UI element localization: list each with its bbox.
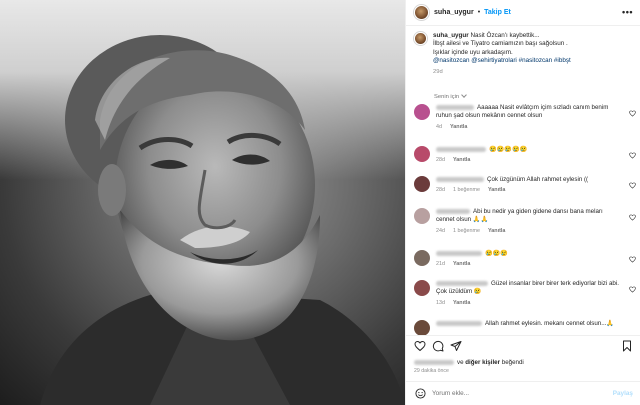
heart-icon[interactable] (629, 152, 636, 159)
commenter-avatar[interactable] (414, 250, 430, 266)
caption-tags[interactable]: @nasitozcan @sehirtiyatrolari #nasitozca… (433, 57, 628, 65)
reply-button[interactable]: Yanıtla (453, 300, 470, 306)
comment-body: Çok üzgünüm Allah rahmet eylesin (( 28d 1… (436, 176, 621, 193)
comment-time: 4d (436, 123, 442, 130)
reply-button[interactable]: Yanıtla (453, 157, 470, 163)
comment-text: Çok üzgünüm Allah rahmet eylesin (( (487, 176, 589, 183)
commenter-username[interactable] (436, 208, 470, 214)
comment-body: 😢😢😢 21d Yanıtla (436, 250, 621, 267)
author-avatar[interactable] (414, 5, 429, 20)
comment-item: Aaaaaa Nasit evlâtçım içim sızladı canım… (414, 104, 639, 130)
comment-text: 😢😢😢😢😢 (489, 146, 528, 153)
caption-text: suha_uygur Nasit Özcan'ı kaybettik... İl… (433, 32, 628, 76)
caption-avatar[interactable] (414, 32, 427, 45)
share-icon[interactable] (450, 340, 462, 352)
comment-composer: Paylaş (406, 381, 640, 405)
post-caption: suha_uygur Nasit Özcan'ı kaybettik... İl… (414, 32, 634, 76)
comment-body: Allah rahmet eylesin. mekanı cennet olsu… (436, 320, 621, 336)
comment-likes[interactable]: 1 beğenme (453, 228, 480, 234)
caption-timestamp: 29d (433, 69, 443, 76)
heart-icon[interactable] (629, 110, 636, 117)
post-header: suha_uygur • Takip Et ••• (406, 0, 640, 26)
header-separator: • (477, 9, 481, 16)
caption-line-3: Işıklar içinde uyu arkadaşım. (433, 48, 513, 56)
comment-body: Abi bu nedir ya giden gidene dansı bana … (436, 208, 621, 234)
likes-summary[interactable]: ve diğer kişiler beğendi (414, 359, 524, 366)
comment-time: 21d (436, 261, 445, 268)
commenter-avatar[interactable] (414, 280, 430, 296)
liker-username[interactable] (414, 359, 454, 365)
comment-body: Güzel insanlar birer birer terk ediyorla… (436, 280, 621, 306)
follow-button[interactable]: Takip Et (484, 9, 511, 16)
author-username[interactable]: suha_uygur (434, 9, 474, 16)
commenter-avatar[interactable] (414, 176, 430, 192)
likes-others[interactable]: diğer kişiler (465, 359, 500, 366)
comment-item: 😢😢😢😢😢 28d Yanıtla (414, 146, 639, 163)
commenter-avatar[interactable] (414, 208, 430, 224)
comment-body: Aaaaaa Nasit evlâtçım içim sızladı canım… (436, 104, 621, 130)
reply-button[interactable]: Yanıtla (453, 261, 470, 267)
more-options-icon[interactable]: ••• (622, 7, 633, 17)
commenter-username[interactable] (436, 250, 482, 256)
comment-filter-label: Senin için (434, 94, 460, 100)
comment-item: Güzel insanlar birer birer terk ediyorla… (414, 280, 639, 306)
post-comment-button[interactable]: Paylaş (613, 390, 633, 397)
caption-line-2: İlbşt ailesi ve Tiyatro camiamızın başı … (433, 40, 568, 48)
instagram-post-view: suha_uygur • Takip Et ••• suha_uygur Nas… (0, 0, 640, 405)
comment-filter[interactable]: Senin için (434, 92, 467, 100)
comment-time: 28d (436, 187, 445, 194)
comment-time: 13d (436, 299, 445, 306)
heart-icon[interactable] (629, 286, 636, 293)
post-actions-bar (406, 335, 640, 355)
chevron-down-icon (461, 92, 467, 98)
bookmark-icon[interactable] (621, 340, 633, 352)
post-photo[interactable] (0, 0, 405, 405)
commenter-username[interactable] (436, 176, 484, 182)
commenter-username[interactable] (436, 146, 486, 152)
reply-button[interactable]: Yanıtla (488, 187, 505, 193)
post-side-panel: suha_uygur • Takip Et ••• suha_uygur Nas… (405, 0, 640, 405)
comment-text: 😢😢😢 (485, 250, 509, 257)
comment-body: 😢😢😢😢😢 28d Yanıtla (436, 146, 621, 163)
comment-item: Allah rahmet eylesin. mekanı cennet olsu… (414, 320, 639, 336)
comment-time: 28d (436, 157, 445, 164)
commenter-avatar[interactable] (414, 104, 430, 120)
caption-line-1: Nasit Özcan'ı kaybettik... (470, 32, 540, 39)
caption-username[interactable]: suha_uygur (433, 32, 469, 39)
heart-icon[interactable] (629, 256, 636, 263)
heart-icon[interactable] (629, 182, 636, 189)
comment-icon[interactable] (432, 340, 444, 352)
emoji-icon[interactable] (415, 388, 426, 399)
reply-button[interactable]: Yanıtla (488, 228, 505, 234)
commenter-avatar[interactable] (414, 320, 430, 336)
heart-icon[interactable] (414, 340, 426, 352)
commenter-username[interactable] (436, 104, 474, 110)
comment-text: Allah rahmet eylesin. mekanı cennet olsu… (485, 320, 615, 327)
likes-middle: ve (457, 359, 464, 366)
comment-input[interactable] (432, 387, 602, 400)
likes-suffix: beğendi (501, 359, 524, 366)
commenter-avatar[interactable] (414, 146, 430, 162)
post-timestamp: 29 dakika önce (414, 368, 449, 374)
comment-item: 😢😢😢 21d Yanıtla (414, 250, 639, 267)
comment-item: Abi bu nedir ya giden gidene dansı bana … (414, 208, 639, 234)
commenter-username[interactable] (436, 320, 482, 326)
comment-item: Çok üzgünüm Allah rahmet eylesin (( 28d 1… (414, 176, 639, 193)
commenter-username[interactable] (436, 280, 488, 286)
heart-icon[interactable] (629, 214, 636, 221)
comment-likes[interactable]: 1 beğenme (453, 187, 480, 193)
comment-time: 24d (436, 227, 445, 234)
reply-button[interactable]: Yanıtla (450, 124, 467, 130)
portrait-illustration (40, 35, 405, 405)
